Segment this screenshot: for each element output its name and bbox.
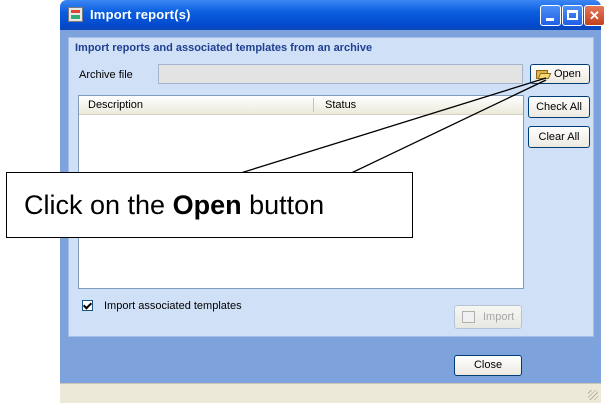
callout-emphasis: Open <box>172 190 242 220</box>
maximize-icon <box>567 10 578 20</box>
minimize-icon <box>546 18 554 21</box>
maximize-button[interactable] <box>562 5 583 26</box>
minimize-button[interactable] <box>540 5 561 26</box>
archive-file-label: Archive file <box>79 69 133 81</box>
callout-prefix: Click on the <box>24 190 173 220</box>
folder-open-icon <box>536 68 550 79</box>
close-window-button[interactable]: ✕ <box>584 5 605 26</box>
status-bar <box>60 383 601 403</box>
resize-grip-icon[interactable] <box>588 390 598 400</box>
close-icon: ✕ <box>589 8 600 23</box>
open-button[interactable]: Open <box>530 64 590 84</box>
archive-file-field[interactable] <box>158 64 523 84</box>
window-title: Import report(s) <box>90 7 191 22</box>
import-button-label: Import <box>483 311 515 323</box>
report-import-icon <box>68 7 83 22</box>
clear-all-button[interactable]: Clear All <box>528 126 590 148</box>
column-header-description[interactable]: Description <box>88 99 143 111</box>
import-templates-checkbox[interactable] <box>82 300 93 311</box>
close-button[interactable]: Close <box>454 355 522 376</box>
list-header: Description Status <box>79 96 523 115</box>
import-button[interactable]: Import <box>454 305 522 329</box>
column-divider[interactable] <box>313 98 314 112</box>
open-button-label: Open <box>554 68 581 80</box>
import-icon <box>462 311 475 323</box>
check-all-button[interactable]: Check All <box>528 96 590 118</box>
import-templates-label: Import associated templates <box>104 300 242 312</box>
instruction-callout: Click on the Open button <box>6 172 413 238</box>
callout-suffix: button <box>241 190 325 220</box>
dialog-heading: Import reports and associated templates … <box>75 42 373 54</box>
column-header-status[interactable]: Status <box>325 99 356 111</box>
title-bar[interactable]: Import report(s) ✕ <box>60 0 605 30</box>
